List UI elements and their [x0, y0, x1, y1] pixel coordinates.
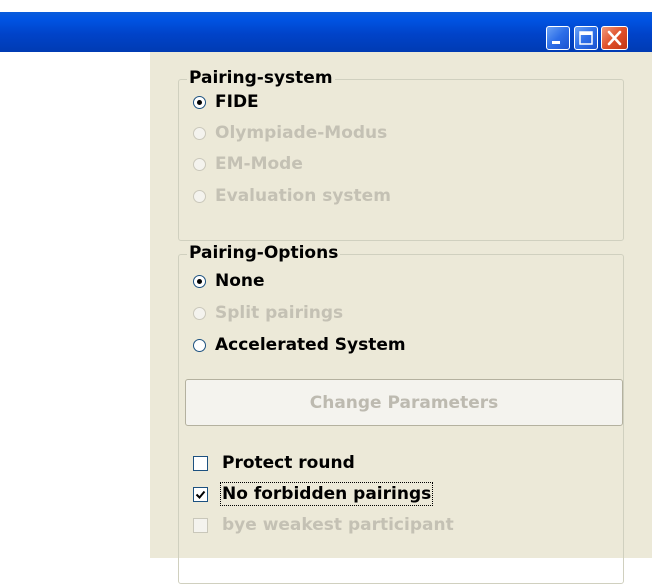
radio-button [193, 306, 206, 320]
checkbox-no-forbidden-pairings-label: No forbidden pairings [219, 482, 434, 506]
maximize-button[interactable] [574, 26, 598, 50]
pairing-options-title: Pairing-Options [187, 242, 341, 264]
change-parameters-label: Change Parameters [309, 392, 499, 413]
radio-split-pairings-label: Split pairings [215, 303, 344, 323]
pairing-system-title: Pairing-system [187, 67, 335, 89]
change-parameters-button: Change Parameters [185, 379, 623, 426]
radio-none[interactable]: None [193, 269, 265, 293]
radio-button[interactable] [193, 95, 206, 109]
radio-evaluation-system: Evaluation system [193, 184, 391, 208]
maximize-icon [579, 31, 593, 45]
minimize-button[interactable] [546, 26, 570, 50]
radio-button [193, 126, 206, 140]
radio-accelerated-system[interactable]: Accelerated System [193, 333, 406, 357]
checkmark-icon [195, 490, 206, 499]
pairing-system-group: Pairing-system FIDE Olympiade-Modus EM-M… [178, 67, 624, 241]
radio-none-label: None [215, 271, 265, 291]
checkbox [193, 517, 208, 533]
minimize-icon [552, 41, 560, 44]
radio-fide[interactable]: FIDE [193, 90, 259, 114]
radio-em-mode: EM-Mode [193, 152, 303, 176]
radio-button[interactable] [193, 338, 206, 352]
checkbox[interactable] [193, 486, 208, 502]
title-bar [0, 12, 652, 52]
radio-button [193, 189, 206, 203]
radio-em-mode-label: EM-Mode [215, 154, 303, 174]
checkbox-bye-weakest-participant-label: bye weakest participant [222, 515, 454, 535]
close-button[interactable] [601, 26, 628, 50]
close-icon [607, 30, 622, 46]
radio-fide-label: FIDE [215, 92, 259, 112]
checkbox-protect-round[interactable]: Protect round [193, 451, 355, 475]
radio-button[interactable] [193, 274, 206, 288]
radio-olympiade-modus: Olympiade-Modus [193, 121, 387, 145]
radio-split-pairings: Split pairings [193, 301, 343, 325]
checkbox-no-forbidden-pairings[interactable]: No forbidden pairings [193, 482, 434, 506]
radio-accelerated-system-label: Accelerated System [215, 335, 406, 355]
checkbox[interactable] [193, 455, 208, 471]
radio-olympiade-modus-label: Olympiade-Modus [215, 123, 388, 143]
pairing-options-group: Pairing-Options None Split pairings Acce… [178, 242, 624, 584]
radio-evaluation-system-label: Evaluation system [215, 186, 391, 206]
checkbox-protect-round-label: Protect round [222, 453, 355, 473]
radio-button [193, 157, 206, 171]
settings-panel: Pairing-system FIDE Olympiade-Modus EM-M… [150, 52, 652, 584]
checkbox-bye-weakest-participant: bye weakest participant [193, 513, 454, 537]
